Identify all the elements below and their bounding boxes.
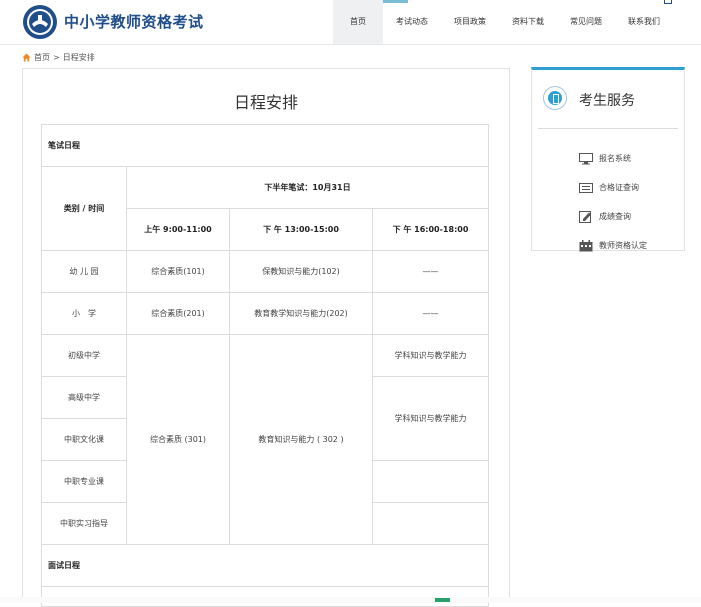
category-cell: 初级中学 [41,334,127,377]
edit-icon [579,210,591,223]
slot-morning: 上午 9:00-11:00 [126,208,230,251]
panel-header: 考生服务 [532,70,684,126]
certificate-icon [579,182,593,193]
nav-contact[interactable]: 联系我们 [615,0,673,44]
breadcrumb-current: 日程安排 [62,53,95,62]
services-badge-icon [543,86,567,110]
category-cell: 中职实习指导 [41,502,127,545]
breadcrumb: 首页 > 日程安排 [22,52,95,63]
calendar-icon [579,239,593,251]
breadcrumb-home[interactable]: 首页 [34,52,50,63]
site-title[interactable]: 中小学教师资格考试 [64,11,204,32]
logo-emblem-icon[interactable] [22,4,58,40]
table-row: 幼 儿 园 综合素质(101) 保教知识与能力(102) —— [41,250,489,293]
site-header: 中小学教师资格考试 首页 考试动态 项目政策 资料下载 常见问题 联系我们 [0,0,701,45]
subject-cell: 学科知识与教学能力 [372,376,489,461]
subject-cell: 教育教学知识与能力(202) [229,292,373,335]
page-title: 日程安排 [233,93,298,112]
service-certificate-query[interactable]: 合格证查询 [579,173,647,202]
bottom-mark [435,598,450,602]
subject-cell: —— [372,250,489,293]
service-teacher-certification[interactable]: 教师资格认定 [579,231,647,260]
nav-exam-news[interactable]: 考试动态 [383,0,441,44]
subject-cell: 综合素质 (301) [126,334,230,545]
service-list: 报名系统 合格证查询 成绩查询 教师资格认定 [579,144,647,260]
slot-afternoon-1: 下 午 13:00-15:00 [229,208,373,251]
service-registration[interactable]: 报名系统 [579,144,647,173]
service-label: 教师资格认定 [599,241,647,250]
table-row: 面试日程 [41,544,489,587]
empty-cell [372,502,489,545]
category-cell: 高级中学 [41,376,127,419]
main-content: 日程安排 笔试日程 类别 / 时间 下半年笔试：10月31日 上午 9:00-1… [22,68,510,607]
bottom-strip [0,597,701,603]
monitor-icon [579,152,593,164]
nav-faq[interactable]: 常见问题 [557,0,615,44]
category-time-header: 类别 / 时间 [41,166,127,251]
candidate-services-panel: 考生服务 报名系统 合格证查询 成绩查询 教师资格认定 [531,67,685,251]
interview-section-header: 面试日程 [41,544,489,587]
breadcrumb-separator: > [53,53,60,62]
slot-afternoon-2: 下 午 16:00-18:00 [372,208,489,251]
table-row: 类别 / 时间 下半年笔试：10月31日 [41,166,489,251]
nav-home[interactable]: 首页 [333,0,383,44]
schedule-table: 笔试日程 类别 / 时间 下半年笔试：10月31日 上午 9:00-11:00 … [41,124,489,607]
subject-cell: 学科知识与教学能力 [372,334,489,377]
service-score-query[interactable]: 成绩查询 [579,202,647,231]
subject-cell: —— [372,292,489,335]
subject-cell: 综合素质(101) [126,250,230,293]
subject-cell: 教育知识与能力 ( 302 ) [229,334,373,545]
half-year-header: 下半年笔试：10月31日 [126,166,489,209]
subject-cell: 综合素质(201) [126,292,230,335]
table-row: 笔试日程 [41,124,489,167]
service-label: 成绩查询 [599,212,631,221]
empty-cell [372,460,489,503]
written-section-header: 笔试日程 [41,124,489,167]
category-cell: 小 学 [41,292,127,335]
category-cell: 中职专业课 [41,460,127,503]
category-cell: 幼 儿 园 [41,250,127,293]
category-cell: 中职文化课 [41,418,127,461]
subject-cell: 保教知识与能力(102) [229,250,373,293]
table-row: 初级中学 综合素质 (301) 教育知识与能力 ( 302 ) 学科知识与教学能… [41,334,489,545]
service-label: 报名系统 [599,154,631,163]
nav-downloads[interactable]: 资料下载 [499,0,557,44]
panel-title: 考生服务 [579,93,635,109]
nav-policy[interactable]: 项目政策 [441,0,499,44]
main-nav: 首页 考试动态 项目政策 资料下载 常见问题 联系我们 [333,0,673,44]
home-icon[interactable] [22,53,31,62]
service-label: 合格证查询 [599,183,639,192]
table-row: 小 学 综合素质(201) 教育教学知识与能力(202) —— [41,292,489,335]
divider [538,128,678,129]
